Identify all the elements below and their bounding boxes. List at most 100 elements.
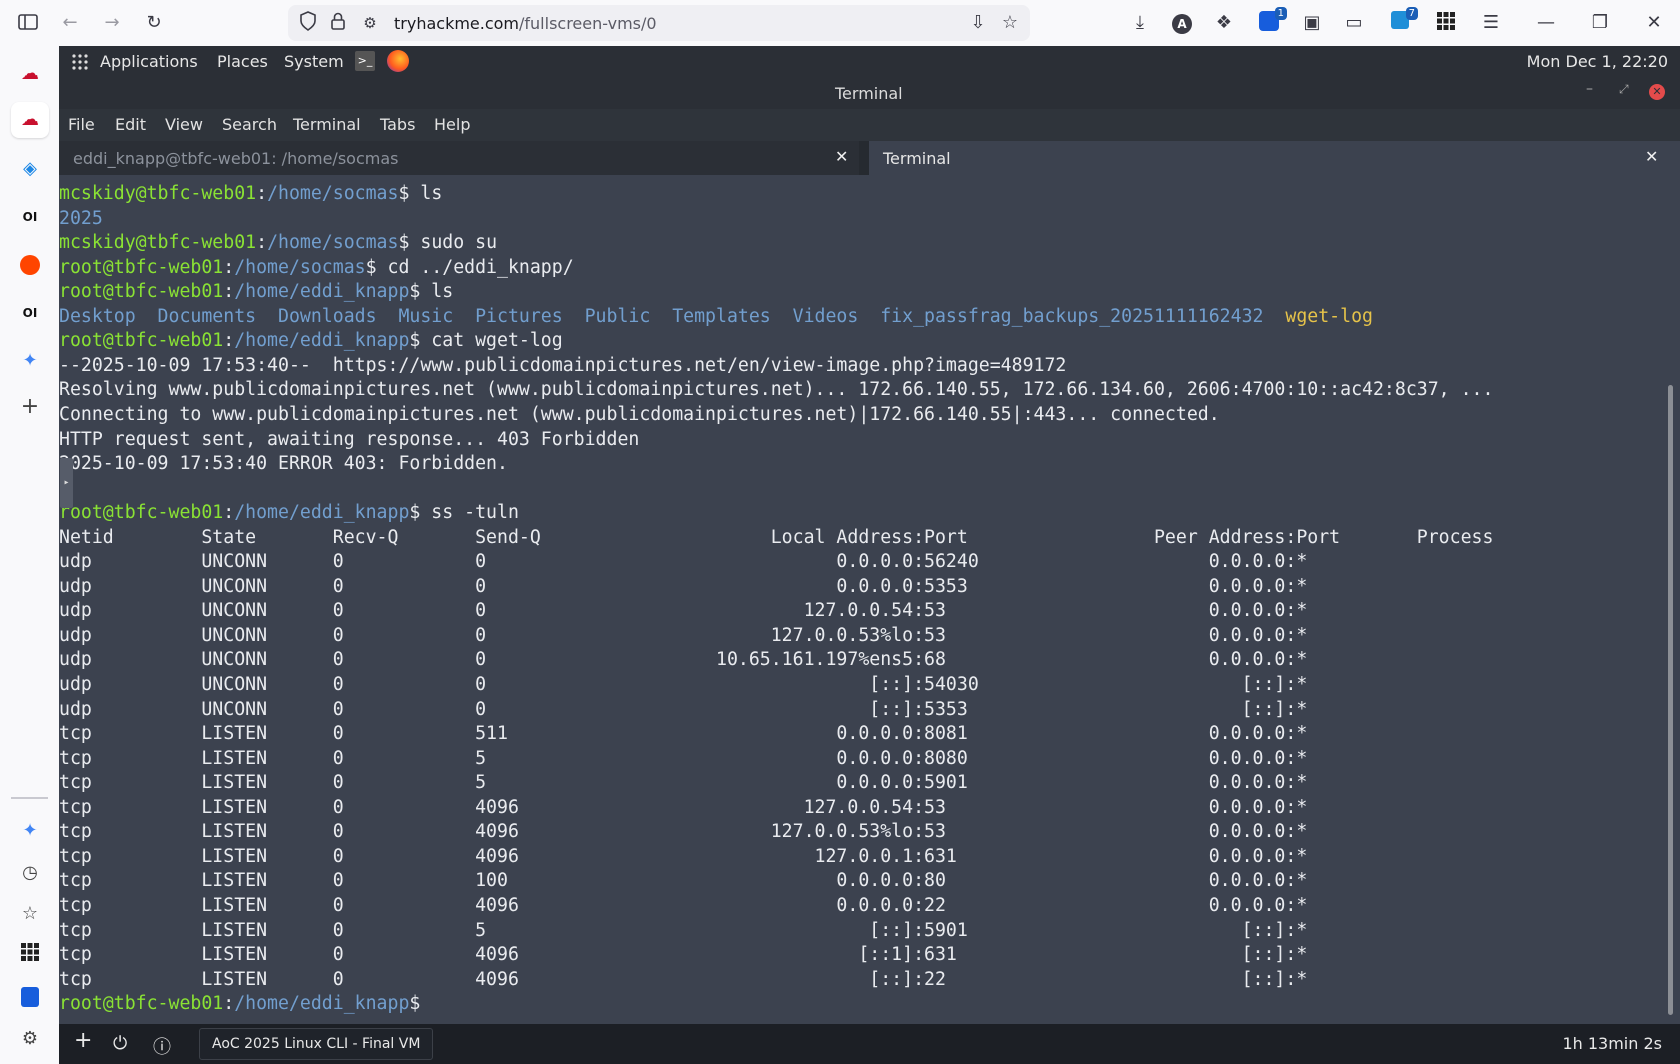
power-icon[interactable]: ⏻: [113, 1033, 127, 1054]
apps-grid-icon[interactable]: [1434, 11, 1458, 35]
back-icon[interactable]: ←: [58, 11, 82, 35]
vm-name-label[interactable]: AoC 2025 Linux CLI - Final VM: [199, 1028, 434, 1060]
terminal-line: Resolving www.publicdomainpictures.net (…: [59, 378, 1493, 402]
terminal-text-segment: /home/eddi_knapp: [234, 281, 410, 303]
terminal-text-segment: /home/eddi_knapp: [234, 330, 410, 352]
terminal-minimize-icon[interactable]: –: [1586, 81, 1593, 97]
menu-file[interactable]: File: [68, 115, 95, 134]
terminal-line: mcskidy@tbfc-web01:/home/socmas$ sudo su: [59, 231, 497, 255]
address-bar[interactable]: ⚙ tryhackme.com/fullscreen-vms/0 ⇩ ☆: [288, 5, 1030, 41]
tab-label: eddi_knapp@tbfc-web01: /home/socmas: [73, 149, 399, 168]
reddit-icon[interactable]: [17, 252, 43, 278]
bookmark-star-icon[interactable]: ☆: [998, 11, 1022, 35]
tryhackme-active-icon[interactable]: ☁: [11, 102, 49, 138]
terminal-tab-2[interactable]: Terminal ✕: [869, 141, 1680, 175]
terminal-tab-1[interactable]: eddi_knapp@tbfc-web01: /home/socmas ✕: [59, 141, 859, 175]
shield-icon[interactable]: [296, 11, 320, 35]
account-icon[interactable]: A: [1170, 11, 1194, 35]
openai-icon-2[interactable]: OI: [17, 300, 43, 326]
extensions-icon[interactable]: ❖: [1212, 11, 1236, 35]
applications-grid-icon[interactable]: [71, 53, 89, 75]
url-text[interactable]: tryhackme.com/fullscreen-vms/0: [394, 14, 657, 33]
info-icon[interactable]: ⓘ: [153, 1033, 171, 1059]
close-window-icon[interactable]: ✕: [1642, 11, 1666, 35]
terminal-text-segment: mcskidy@tbfc-web01: [59, 232, 257, 254]
terminal-line: HTTP request sent, awaiting response... …: [59, 428, 639, 452]
menu-edit[interactable]: Edit: [115, 115, 146, 134]
terminal-text-segment: udp UNCONN 0 0 0.0.0.0:56240 0.0.0.0:*: [59, 551, 1308, 573]
permissions-icon[interactable]: ⚙: [358, 11, 382, 35]
minimize-window-icon[interactable]: —: [1534, 11, 1558, 35]
menu-search[interactable]: Search: [222, 115, 277, 134]
terminal-menubar: File Edit View Search Terminal Tabs Help: [59, 109, 1680, 141]
add-icon[interactable]: +: [74, 1028, 92, 1053]
terminal-line: Netid State Recv-Q Send-Q Local Address:…: [59, 526, 1493, 550]
terminal-line: tcp LISTEN 0 4096 0.0.0.0:22 0.0.0.0:*: [59, 894, 1307, 918]
terminal-text-segment: 2025: [59, 207, 103, 229]
vm-screen[interactable]: Applications Places System >_ Mon Dec 1,…: [59, 46, 1680, 1024]
apps-icon[interactable]: [17, 942, 43, 968]
terminal-text-segment: tcp LISTEN 0 4096 127.0.0.1:631 0.0.0.0:…: [59, 845, 1308, 867]
terminal-text-segment: tcp LISTEN 0 4096 127.0.0.53%lo:53 0.0.0…: [59, 821, 1308, 843]
menu-tabs[interactable]: Tabs: [380, 115, 415, 134]
firefox-launcher-icon[interactable]: [387, 50, 409, 72]
terminal-close-icon[interactable]: ✕: [1649, 84, 1665, 100]
places-menu[interactable]: Places: [217, 52, 268, 71]
terminal-line: --2025-10-09 17:53:40-- https://www.publ…: [59, 354, 1066, 378]
sparkle-icon[interactable]: ✦: [17, 818, 43, 844]
settings-icon[interactable]: ⚙: [17, 1026, 43, 1052]
menu-help[interactable]: Help: [434, 115, 470, 134]
sidebar-toggle-icon[interactable]: [16, 11, 40, 35]
tab-close-icon[interactable]: ✕: [835, 147, 848, 166]
url-host: tryhackme.com: [394, 14, 520, 33]
openai-icon[interactable]: OI: [17, 204, 43, 230]
terminal-text-segment: Resolving www.publicdomainpictures.net (…: [59, 379, 1494, 401]
browser-sidebar: ☁ ☁ ◈ OI OI ✦ + ✦ ◷ ☆ ⚙: [0, 46, 59, 1064]
menu-terminal[interactable]: Terminal: [293, 115, 361, 134]
terminal-text-segment: $ sudo su: [398, 232, 498, 254]
layers-icon[interactable]: ◈: [17, 156, 43, 182]
notification-extension-icon[interactable]: 7: [1388, 7, 1418, 35]
applications-menu[interactable]: Applications: [100, 52, 198, 71]
terminal-maximize-icon[interactable]: ⤢: [1619, 82, 1629, 97]
bitwarden-icon[interactable]: [17, 984, 43, 1010]
tryhackme-icon[interactable]: ☁: [17, 61, 43, 87]
downloads-icon[interactable]: ⤓: [1128, 11, 1152, 35]
add-icon[interactable]: +: [17, 394, 43, 420]
terminal-text-segment: $ cd ../eddi_knapp/: [365, 256, 574, 278]
terminal-line: udp UNCONN 0 0 [::]:54030 [::]:*: [59, 673, 1307, 697]
panel-clock[interactable]: Mon Dec 1, 22:20: [1527, 52, 1668, 71]
vm-control-bar: + ⏻ ⓘ AoC 2025 Linux CLI - Final VM 1h 1…: [59, 1024, 1680, 1064]
bookmarks-icon[interactable]: ☆: [17, 901, 43, 927]
forward-icon[interactable]: →: [100, 11, 124, 35]
terminal-line: root@tbfc-web01:/home/socmas$ cd ../eddi…: [59, 256, 574, 280]
terminal-title-bar: Terminal – ⤢ ✕: [59, 79, 1680, 109]
terminal-line: udp UNCONN 0 0 127.0.0.53%lo:53 0.0.0.0:…: [59, 624, 1307, 648]
restore-window-icon[interactable]: ❐: [1588, 11, 1612, 35]
terminal-output[interactable]: mcskidy@tbfc-web01:/home/socmas$ ls 2025 m…: [59, 175, 1680, 1024]
history-icon[interactable]: ◷: [17, 860, 43, 886]
terminal-launcher-icon[interactable]: >_: [355, 51, 375, 71]
desktop-top-panel: Applications Places System >_ Mon Dec 1,…: [59, 46, 1680, 79]
terminal-text-segment: root@tbfc-web01: [59, 993, 224, 1015]
gemini-icon[interactable]: ✦: [17, 348, 43, 374]
tab-close-icon[interactable]: ✕: [1645, 147, 1658, 166]
terminal-text-segment: 2025-10-09 17:53:40 ERROR 403: Forbidden…: [59, 453, 508, 475]
reload-icon[interactable]: ↻: [142, 11, 166, 35]
menu-view[interactable]: View: [165, 115, 203, 134]
menu-icon[interactable]: ☰: [1479, 11, 1503, 35]
container-icon[interactable]: ▣: [1300, 11, 1324, 35]
extension-badge-count: 7: [1405, 7, 1418, 20]
terminal-scrollbar[interactable]: [1668, 385, 1673, 1015]
panel-handle-icon[interactable]: ▸: [60, 458, 73, 508]
install-app-icon[interactable]: ⇩: [966, 11, 990, 35]
system-menu[interactable]: System: [284, 52, 344, 71]
lock-icon[interactable]: [326, 11, 350, 35]
terminal-text-segment: root@tbfc-web01: [59, 330, 224, 352]
terminal-text-segment: udp UNCONN 0 0 127.0.0.53%lo:53 0.0.0.0:…: [59, 624, 1308, 646]
terminal-text-segment: /home/eddi_knapp: [234, 993, 410, 1015]
terminal-text-segment: /home/socmas: [234, 256, 366, 278]
bitwarden-extension-icon[interactable]: 1: [1257, 7, 1287, 35]
tab-preview-icon[interactable]: ▭: [1342, 11, 1366, 35]
terminal-text-segment: tcp LISTEN 0 4096 127.0.0.54:53 0.0.0.0:…: [59, 796, 1308, 818]
